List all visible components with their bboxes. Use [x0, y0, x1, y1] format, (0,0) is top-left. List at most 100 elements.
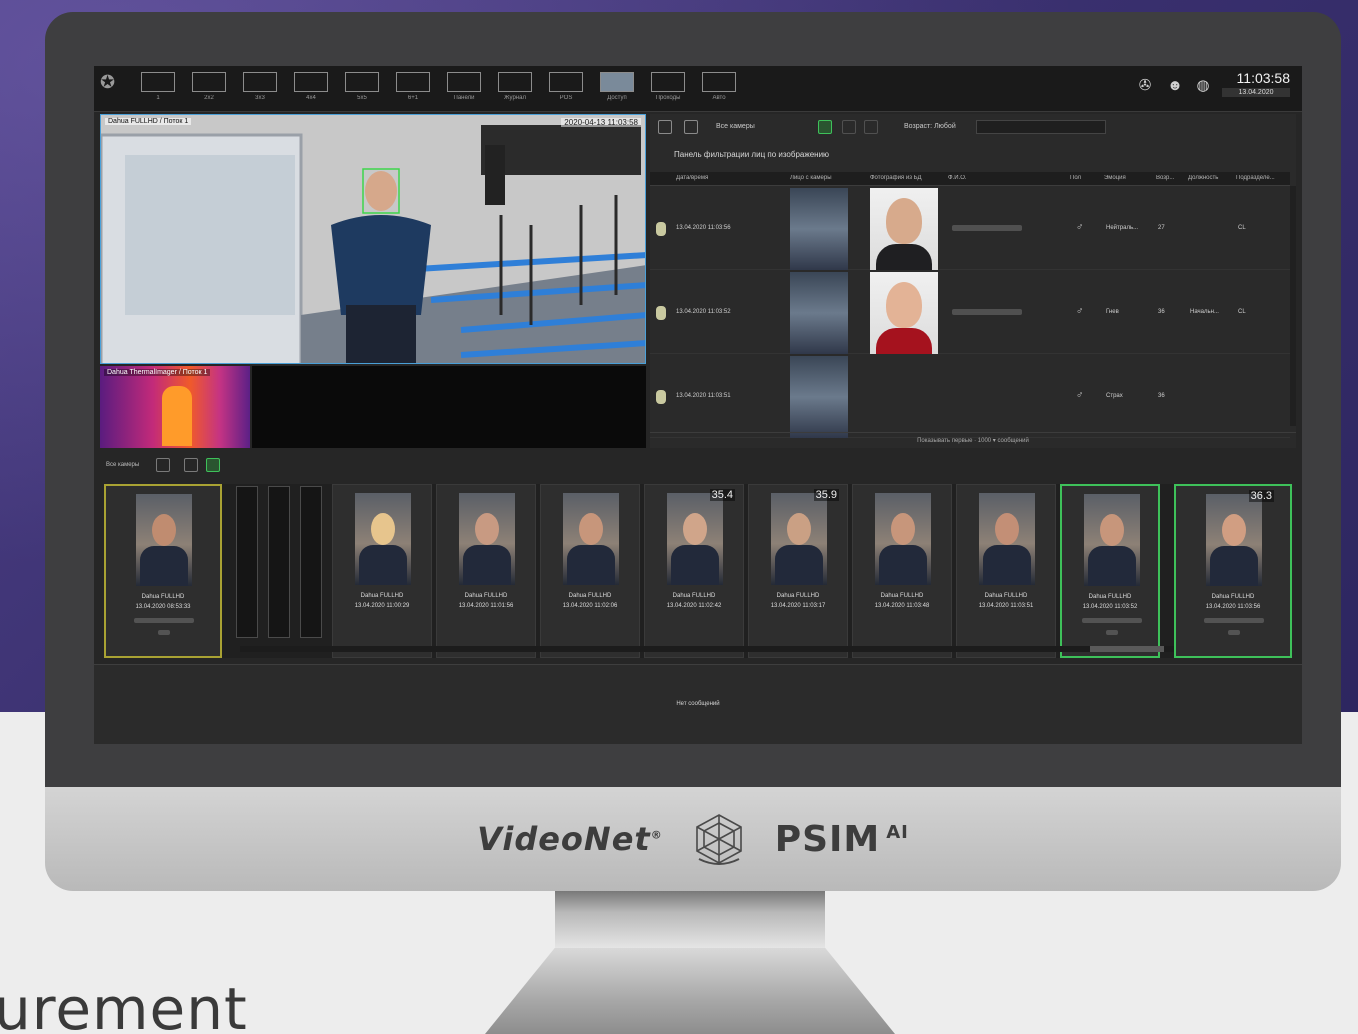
row-camera-face-image[interactable]	[790, 272, 848, 354]
row-emotion: Гнев	[1106, 309, 1119, 315]
row-datetime: 13.04.2020 11:03:52	[676, 309, 731, 315]
face-snapshot	[667, 493, 723, 585]
app-screen: ✪ 1 2x2 3x3 4x4 5x5 6+1 Панели Журнал POS Доступ П…	[94, 66, 1302, 744]
brand-videonet: VideoNet®	[477, 820, 663, 858]
face-event-tile[interactable]: Dahua FULLHD 13.04.2020 11:02:06	[540, 484, 640, 658]
table-row[interactable]: 13.04.2020 11:03:51 ♂ Страх 36	[650, 356, 1290, 438]
layout-button[interactable]: 6+1	[391, 72, 435, 108]
filmstrip-scroll-thumb[interactable]	[1090, 646, 1164, 652]
person-icon[interactable]	[184, 458, 198, 472]
row-camera-face-image[interactable]	[790, 356, 848, 438]
filmstrip-cameras-label[interactable]: Все камеры	[106, 462, 139, 468]
layout-grid-icon	[651, 72, 685, 92]
row-camera-face-image[interactable]	[790, 188, 848, 270]
layout-button[interactable]: 2x2	[187, 72, 231, 108]
export-icon[interactable]	[842, 120, 856, 134]
col-db-photo[interactable]: Фотография из БД	[870, 175, 922, 181]
face-event-tile[interactable]: 35.9 Dahua FULLHD 13.04.2020 11:03:17	[748, 484, 848, 658]
tile-camera-name: Dahua FULLHD	[776, 593, 820, 599]
col-camera-face[interactable]: Лицо с камеры	[790, 175, 832, 181]
tile-timestamp: 13.04.2020 11:03:48	[874, 603, 930, 609]
layout-button[interactable]: Проходы	[646, 72, 690, 108]
film-reel-icon[interactable]: ✇	[1136, 76, 1154, 96]
expand-icon[interactable]	[156, 458, 170, 472]
layout-button-label: 4x4	[306, 95, 316, 101]
layout-grid-icon	[192, 72, 226, 92]
tile-camera-name: Dahua FULLHD	[1211, 594, 1255, 600]
face-event-tile[interactable]: Dahua FULLHD 13.04.2020 11:01:56	[436, 484, 536, 658]
brand-psim: PSIM AI	[774, 818, 909, 860]
face-event-tile[interactable]: Dahua FULLHD 13.04.2020 11:03:48	[852, 484, 952, 658]
row-emotion: Нейтраль...	[1106, 225, 1139, 231]
layout-button[interactable]: 1	[136, 72, 180, 108]
filmstrip-scrollbar[interactable]	[240, 646, 1174, 652]
layout-button[interactable]: POS	[544, 72, 588, 108]
camera-thermal-title: Dahua ThermalImager / Поток 1	[104, 369, 211, 376]
face-event-tile[interactable]: 35.4 Dahua FULLHD 13.04.2020 11:02:42	[644, 484, 744, 658]
layout-button-label: Авто	[712, 95, 726, 101]
tile-camera-name: Dahua FULLHD	[141, 594, 185, 600]
globe-icon[interactable]: ◍	[1194, 76, 1212, 96]
face-event-tile[interactable]: Dahua FULLHD 13.04.2020 11:03:52	[1060, 484, 1160, 658]
row-db-photo[interactable]	[870, 188, 938, 270]
gender-icon: ♂	[1076, 222, 1084, 233]
clear-icon[interactable]	[864, 120, 878, 134]
face-event-tile[interactable]: Dahua FULLHD 13.04.2020 11:03:51	[956, 484, 1056, 658]
face-panel-footer: Показывать первые · 1000 ▾ сообщений	[650, 432, 1296, 448]
clock: 11:03:58 13.04.2020	[1222, 70, 1290, 108]
layout-button[interactable]: Панели	[442, 72, 486, 108]
thermometer-icon	[656, 390, 666, 404]
thermometer-icon	[656, 306, 666, 320]
camera-thermal-view[interactable]: Dahua ThermalImager / Поток 1	[100, 366, 250, 448]
age-filter-label[interactable]: Возраст: Любой	[904, 123, 956, 130]
layout-button-label: Журнал	[504, 95, 526, 101]
layout-button[interactable]: Авто	[697, 72, 741, 108]
tile-timestamp: 13.04.2020 08:53:33	[135, 604, 191, 610]
layout-button[interactable]: 3x3	[238, 72, 282, 108]
row-age: 27	[1158, 225, 1165, 231]
col-emotion[interactable]: Эмоция	[1104, 175, 1126, 181]
table-row[interactable]: 13.04.2020 11:03:52 ♂ Гнев 36 Начальн... CL	[650, 272, 1290, 354]
temperature-badge: 35.9	[813, 489, 839, 501]
layout-grid-icon	[498, 72, 532, 92]
layout-button[interactable]: 5x5	[340, 72, 384, 108]
col-department[interactable]: Подразделе...	[1236, 175, 1288, 181]
col-gender[interactable]: Пол	[1070, 175, 1081, 181]
tile-camera-name: Dahua FULLHD	[984, 593, 1028, 599]
face-event-tile[interactable]: Dahua FULLHD 13.04.2020 08:53:33	[104, 484, 222, 658]
face-filter-icon[interactable]	[818, 120, 832, 134]
face-filter-icon[interactable]	[206, 458, 220, 472]
face-table-scrollbar[interactable]	[1290, 186, 1296, 426]
temperature-badge: 36.3	[1248, 490, 1274, 502]
col-datetime[interactable]: Дата/время	[676, 175, 708, 181]
tile-timestamp: 13.04.2020 11:03:52	[1082, 604, 1138, 610]
user-icon[interactable]: ☻	[1166, 76, 1184, 96]
row-department: CL	[1238, 309, 1246, 315]
row-db-photo[interactable]	[870, 272, 938, 354]
cameras-dropdown[interactable]: Все камеры	[716, 123, 755, 130]
tile-camera-name: Dahua FULLHD	[360, 593, 404, 599]
col-age[interactable]: Возр...	[1156, 175, 1184, 181]
search-input[interactable]	[976, 120, 1106, 134]
tile-camera-name: Dahua FULLHD	[672, 593, 716, 599]
face-snapshot	[1206, 494, 1262, 586]
camera-main-view[interactable]: Dahua FULLHD / Поток 1 2020-04-13 11:03:…	[100, 114, 646, 364]
layout-button[interactable]: Журнал	[493, 72, 537, 108]
face-table-header: Дата/время Лицо с камеры Фотография из Б…	[650, 172, 1290, 186]
layout-button-label: Панели	[453, 95, 475, 101]
person-icon[interactable]	[658, 120, 672, 134]
row-position: Начальн...	[1190, 309, 1219, 315]
row-age: 36	[1158, 393, 1165, 399]
col-position[interactable]: Должность	[1188, 175, 1234, 181]
grid-icon[interactable]	[684, 120, 698, 134]
layout-button[interactable]: 4x4	[289, 72, 333, 108]
col-name[interactable]: Ф.И.О.	[948, 175, 967, 181]
layout-grid-icon	[243, 72, 277, 92]
face-event-tile[interactable]: 36.3 Dahua FULLHD 13.04.2020 11:03:56	[1174, 484, 1292, 658]
camera-empty-slot[interactable]	[252, 366, 646, 448]
clock-date: 13.04.2020	[1222, 88, 1290, 97]
layout-button[interactable]: Доступ	[595, 72, 639, 108]
monitor-stand-base	[485, 948, 895, 1034]
face-event-tile[interactable]: Dahua FULLHD 13.04.2020 11:00:29	[332, 484, 432, 658]
table-row[interactable]: 13.04.2020 11:03:56 ♂ Нейтраль... 27 CL	[650, 188, 1290, 270]
